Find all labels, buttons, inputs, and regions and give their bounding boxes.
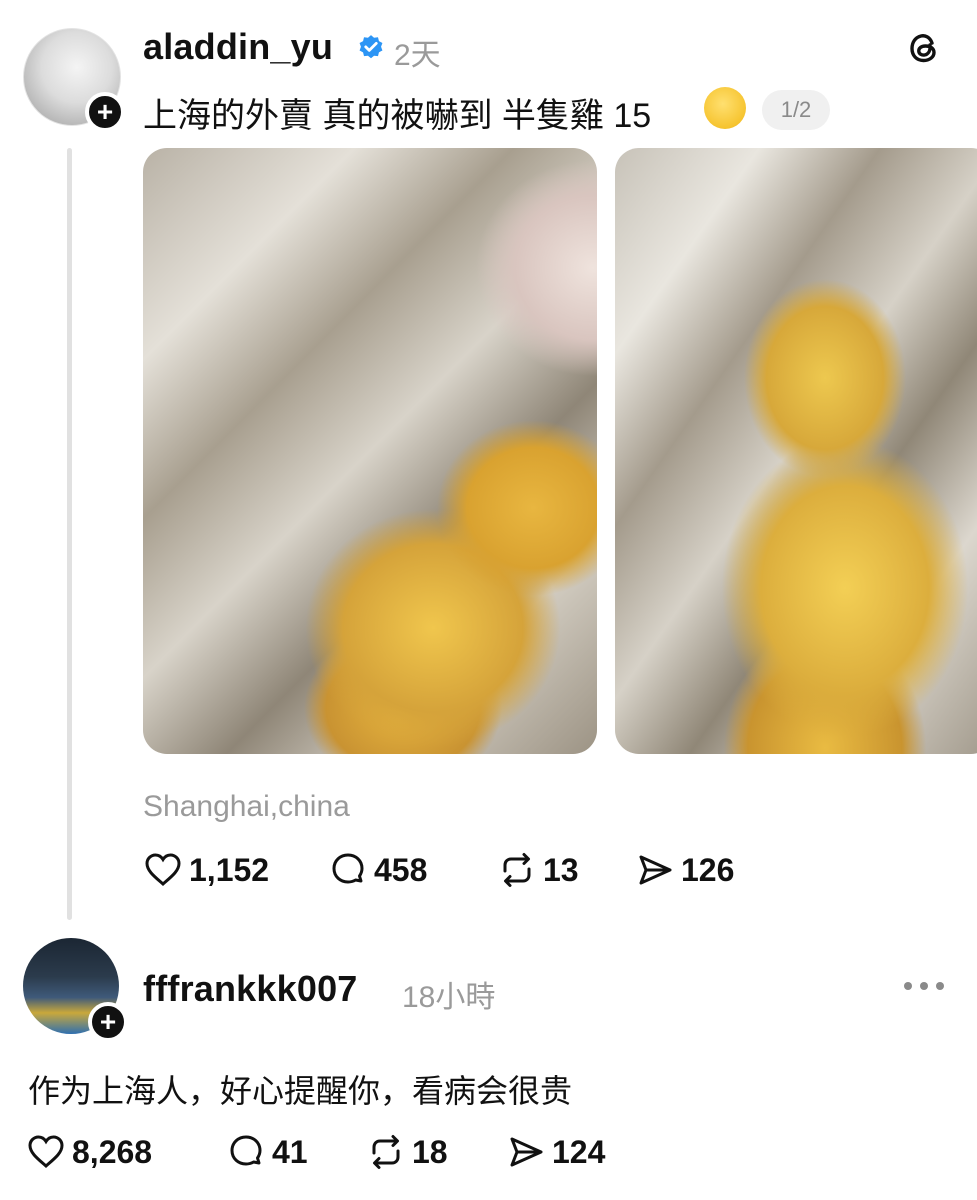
reply-share-count: 124 [552, 1133, 606, 1170]
repost-icon [503, 853, 531, 887]
post-location[interactable]: Shanghai,china [143, 790, 350, 824]
thread-line [67, 148, 72, 920]
reply-text: 作为上海人，好心提醒你，看病会很贵 [28, 1073, 573, 1109]
reply-reply-button[interactable]: 41 [226, 1132, 308, 1172]
reply-like-count: 8,268 [72, 1133, 153, 1170]
post-time: 2天 [394, 39, 441, 72]
melting-face-emoji-icon [704, 87, 746, 129]
reply-count: 458 [374, 851, 428, 888]
like-count: 1,152 [189, 851, 270, 888]
share-count: 126 [681, 851, 735, 888]
like-button[interactable]: 1,152 [143, 850, 269, 890]
share-icon [639, 855, 672, 885]
heart-icon [28, 1135, 64, 1168]
repost-count: 13 [543, 851, 579, 888]
post-text: 上海的外賣 真的被嚇到 半隻雞 15 [143, 97, 652, 135]
verified-badge-icon [359, 35, 383, 59]
more-icon[interactable] [904, 982, 944, 994]
comment-icon [332, 853, 364, 884]
comment-icon [230, 1135, 262, 1166]
share-button[interactable]: 126 [635, 850, 734, 890]
repost-button[interactable]: 13 [497, 850, 579, 890]
reply-username[interactable]: fffrankkk007 [143, 968, 358, 1010]
reply-repost-count: 18 [412, 1133, 448, 1170]
post-username[interactable]: aladdin_yu [143, 26, 333, 68]
reply-time: 18小時 [402, 981, 496, 1014]
reply-button[interactable]: 458 [328, 850, 427, 890]
follow-plus-icon[interactable]: + [88, 1002, 128, 1042]
reply-like-button[interactable]: 8,268 [26, 1132, 152, 1172]
image-pager: 1/2 [762, 90, 830, 130]
follow-plus-icon[interactable]: + [85, 92, 125, 132]
reply-share-button[interactable]: 124 [506, 1132, 605, 1172]
repost-icon [372, 1135, 400, 1169]
reply-reply-count: 41 [272, 1133, 308, 1170]
share-icon [510, 1137, 543, 1167]
threads-logo-icon[interactable] [904, 28, 944, 68]
post-photo-2[interactable] [615, 148, 977, 754]
heart-icon [145, 853, 181, 886]
post-photo-1[interactable] [143, 148, 597, 754]
reply-repost-button[interactable]: 18 [366, 1132, 448, 1172]
